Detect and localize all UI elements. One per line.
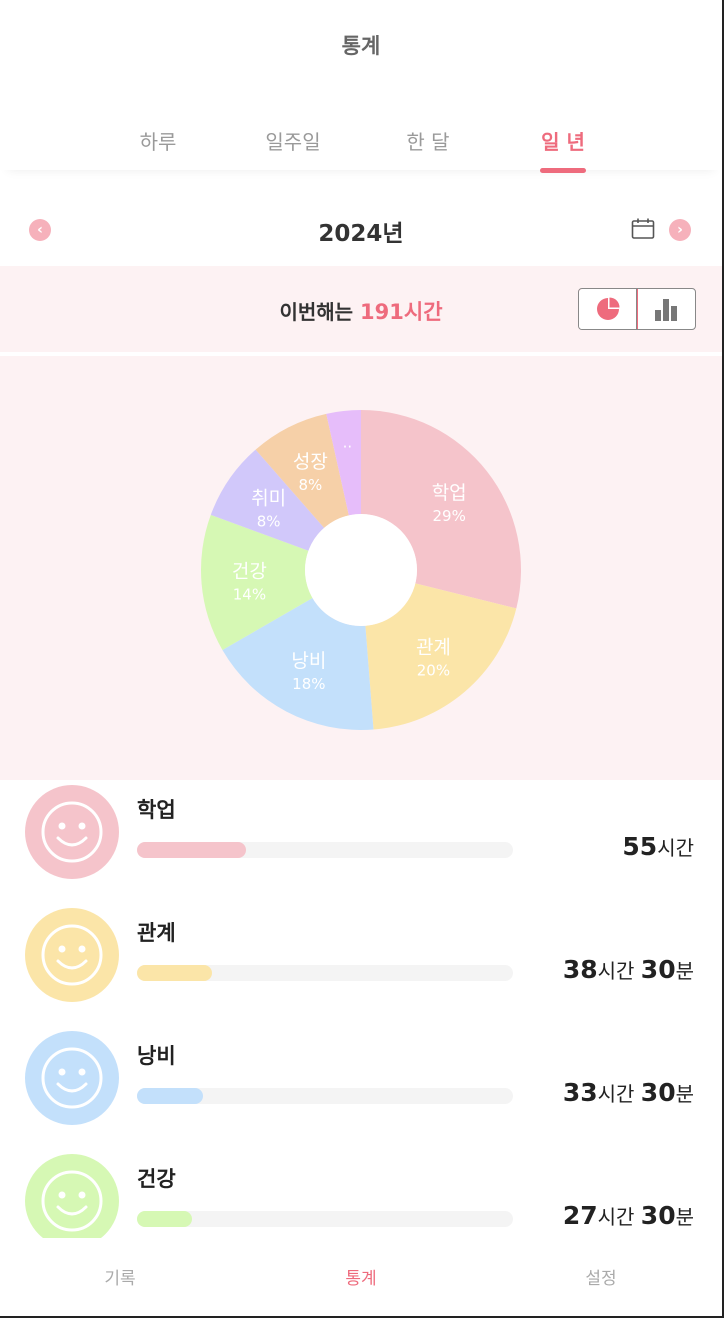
chevron-right-icon[interactable]: ›	[669, 219, 691, 241]
duration-hours: 55	[622, 832, 658, 861]
bar-chart-icon	[655, 299, 677, 321]
period-label: 2024년	[318, 221, 404, 247]
duration-hours: 27	[562, 1201, 598, 1230]
duration-hours: 33	[562, 1078, 598, 1107]
category-list: 학업 55시간 관계 38시간 30분 낭비 33시간 30분 건강 27시간 30분	[0, 780, 722, 1238]
duration-minutes-unit: 분	[675, 1082, 694, 1106]
category-row[interactable]: 관계 38시간 30분	[0, 903, 722, 1026]
duration-minutes-unit: 분	[675, 1205, 694, 1229]
duration-hours-unit: 시간	[597, 1205, 635, 1229]
category-name: 낭비	[137, 1044, 176, 1068]
period-selector: ‹ 2024년 ›	[0, 200, 722, 260]
tab-year[interactable]: 일 년	[503, 126, 623, 155]
duration-minutes-unit: 분	[675, 959, 694, 983]
progress-fill	[137, 1088, 203, 1104]
summary-total: 191시간	[360, 300, 443, 324]
smiley-icon	[25, 1031, 119, 1125]
slice-percent: 29%	[433, 507, 466, 525]
duration-hours-unit: 시간	[597, 959, 635, 983]
duration-minutes: 30	[640, 1201, 676, 1230]
smiley-icon	[25, 908, 119, 1002]
duration-hours-unit: 시간	[597, 1082, 635, 1106]
slice-label: 건강	[232, 561, 267, 583]
chart-area: 학업 29% 관계 20% 낭비 18% 건강 14% 취미 8% 성장 8%..	[0, 356, 722, 780]
chart-view-toggle	[578, 288, 696, 330]
slice-percent: 18%	[292, 675, 325, 693]
period-tabs: 하루 일주일 한 달 일 년	[0, 110, 722, 173]
slice-percent: 8%	[298, 476, 322, 494]
progress-track	[137, 965, 513, 981]
slice-percent: 8%	[257, 513, 281, 531]
progress-track	[137, 842, 513, 858]
pie-view-button[interactable]	[579, 289, 638, 329]
duration: 55시간	[622, 832, 694, 861]
pie-chart-icon	[596, 297, 619, 320]
slice-label: 학업	[432, 482, 467, 504]
duration: 33시간 30분	[563, 1078, 694, 1107]
app-frame: 통계 하루 일주일 한 달 일 년 ‹ 2024년 › 이번해는 191시간 학…	[0, 0, 724, 1318]
donut-hole	[305, 514, 417, 626]
summary-prefix: 이번해는	[279, 300, 361, 324]
duration-hours: 38	[562, 955, 598, 984]
donut-chart: 학업 29% 관계 20% 낭비 18% 건강 14% 취미 8% 성장 8%..	[201, 410, 521, 730]
nav-settings[interactable]: 설정	[551, 1264, 651, 1289]
page-title: 통계	[341, 34, 381, 58]
category-name: 건강	[137, 1167, 176, 1191]
tab-day[interactable]: 하루	[98, 126, 218, 155]
slice-label: ..	[343, 434, 353, 452]
progress-track	[137, 1211, 513, 1227]
slice-percent: 14%	[233, 586, 266, 604]
duration: 27시간 30분	[563, 1201, 694, 1230]
duration-hours-unit: 시간	[657, 836, 694, 860]
smiley-icon	[25, 785, 119, 879]
summary-bar: 이번해는 191시간	[0, 266, 722, 352]
category-row[interactable]: 학업 55시간	[0, 780, 722, 903]
tab-month[interactable]: 한 달	[368, 126, 488, 155]
progress-fill	[137, 965, 213, 981]
category-name: 학업	[137, 798, 176, 822]
bar-view-button[interactable]	[636, 289, 695, 329]
progress-track	[137, 1088, 513, 1104]
duration-minutes: 30	[640, 1078, 676, 1107]
duration-minutes: 30	[640, 955, 676, 984]
progress-fill	[137, 842, 247, 858]
slice-percent: 20%	[417, 661, 450, 679]
active-tab-indicator	[540, 168, 586, 173]
nav-stats[interactable]: 통계	[311, 1264, 411, 1289]
progress-fill	[137, 1211, 192, 1227]
slice-label: 낭비	[291, 650, 326, 672]
bottom-nav: 기록 통계 설정	[0, 1238, 722, 1316]
tab-week[interactable]: 일주일	[233, 126, 353, 155]
category-row[interactable]: 낭비 33시간 30분	[0, 1026, 722, 1149]
duration: 38시간 30분	[563, 955, 694, 984]
category-name: 관계	[137, 921, 176, 945]
slice-label: 성장	[293, 451, 328, 473]
calendar-icon[interactable]	[631, 218, 655, 240]
smiley-icon	[25, 1154, 119, 1238]
app-header: 통계	[0, 0, 722, 90]
nav-record[interactable]: 기록	[70, 1264, 170, 1289]
slice-label: 취미	[251, 488, 286, 510]
category-row[interactable]: 건강 27시간 30분	[0, 1149, 722, 1238]
slice-label: 관계	[416, 636, 451, 658]
